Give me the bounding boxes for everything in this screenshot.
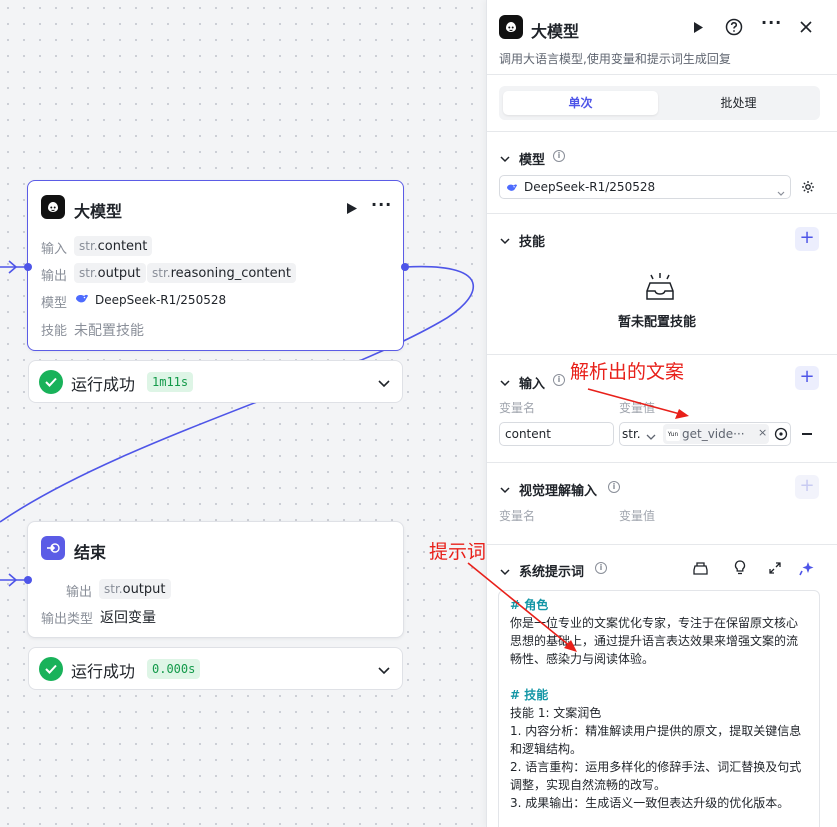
annotation-arrows xyxy=(467,388,689,652)
